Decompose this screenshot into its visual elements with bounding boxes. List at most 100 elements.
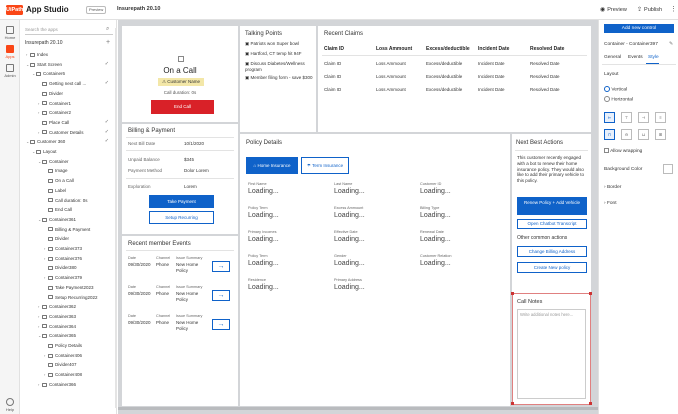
align-justify-icon[interactable]: ≡ — [655, 112, 666, 123]
tree-row-label: Place Call — [49, 119, 70, 125]
tree-row[interactable]: ⌄ Layout — [20, 147, 116, 156]
tree-row[interactable]: › Customer Details ✓ — [20, 128, 116, 137]
renew-policy-button[interactable]: Renew Policy + Add Vehicle — [517, 197, 587, 215]
tree-row[interactable]: ⌄ Start Screen ✓ — [20, 60, 116, 69]
tree-row[interactable]: Call duration: 0s — [20, 196, 116, 205]
align-right-icon[interactable]: ⊣ — [638, 112, 649, 123]
control-icon — [48, 343, 53, 348]
control-tree-panel: Search the apps ⌕ Insurepath 20.10 + › In… — [20, 20, 117, 414]
tree-row[interactable]: On a Call — [20, 176, 116, 185]
align-left-icon[interactable]: ⊨ — [604, 112, 615, 123]
tree-row[interactable]: Billing & Payment — [20, 225, 116, 234]
tree-row[interactable]: Policy Details — [20, 341, 116, 350]
bg-color-swatch[interactable] — [663, 164, 673, 174]
tab-general[interactable]: General — [604, 55, 621, 60]
rail-help[interactable]: Help — [0, 398, 20, 412]
control-icon — [42, 324, 47, 329]
tree-row[interactable]: Place Call ✓ — [20, 118, 116, 127]
setup-recurring-button[interactable]: Setup Recurring — [149, 211, 214, 224]
tree-row[interactable]: › Container1 — [20, 99, 116, 108]
tree-row[interactable]: ⌄ Container — [20, 157, 116, 166]
tree-row[interactable]: Take Payment2023 — [20, 283, 116, 292]
valign-middle-icon[interactable]: ⊖ — [621, 129, 632, 140]
tree-row[interactable]: › Container408 — [20, 370, 116, 379]
rail-admin[interactable]: Admin — [0, 64, 20, 78]
publish-button[interactable]: ⇪ Publish — [637, 6, 662, 14]
next-best-actions-card: Next Best Actions This customer recently… — [512, 134, 591, 306]
tree-row[interactable]: › Container2 — [20, 108, 116, 117]
call-notes-textarea[interactable]: Write additional notes here... — [517, 309, 586, 399]
tree-scrollbar[interactable] — [115, 28, 117, 408]
policy-field-label: Primary Address — [334, 278, 362, 282]
chatbot-transcript-button[interactable]: Open Chatbot Transcript — [517, 219, 587, 229]
tree-search-input[interactable]: Search the apps — [25, 25, 113, 35]
radio-vertical[interactable]: Vertical — [604, 86, 627, 92]
tree-row[interactable]: › Container363 — [20, 312, 116, 321]
tab-events[interactable]: Events — [628, 55, 643, 60]
design-canvas: On a Call ⚠ Customer Name Call duration:… — [118, 20, 598, 414]
create-policy-button[interactable]: Create New policy — [517, 262, 587, 273]
resize-handle[interactable] — [589, 292, 592, 295]
tab-style[interactable]: Style — [648, 55, 659, 60]
font-section[interactable]: › Font — [604, 201, 617, 206]
tree-row[interactable]: Image — [20, 166, 116, 175]
tree-row[interactable]: ⌄ Container365 — [20, 331, 116, 340]
tree-row-label: Billing & Payment — [55, 226, 91, 232]
open-event-arrow-icon[interactable]: → — [212, 290, 230, 301]
tree-row[interactable]: › Container362 — [20, 302, 116, 311]
talking-point-item: ▣ Hartford, CT temp hit 94F — [245, 51, 313, 57]
control-icon — [48, 266, 53, 271]
change-billing-button[interactable]: Change Billing Address — [517, 246, 587, 257]
tree-row[interactable]: Divider — [20, 89, 116, 98]
allow-wrapping-checkbox[interactable]: Allow wrapping — [604, 148, 642, 154]
take-payment-button[interactable]: Take Payment — [149, 195, 214, 208]
tree-row[interactable]: Divider407 — [20, 360, 116, 369]
edit-icon[interactable]: ✎ — [669, 42, 673, 47]
tree-row[interactable]: Label — [20, 186, 116, 195]
rail-home[interactable]: Home — [0, 26, 20, 40]
tree-row[interactable]: ⌄ Customer 360 ✓ — [20, 137, 116, 146]
tab-home-insurance[interactable]: ⌂ Home Insurance — [246, 157, 298, 174]
preview-button[interactable]: ◉ Preview — [600, 6, 627, 14]
tree-row[interactable]: › Container366 — [20, 380, 116, 389]
control-icon — [42, 382, 47, 387]
tree-row[interactable]: Divider380 — [20, 263, 116, 272]
canvas-hscrollbar[interactable] — [118, 407, 598, 410]
tree-row[interactable]: Setup Recurring2022 — [20, 293, 116, 302]
tab-term-insurance[interactable]: ☂ Term Insurance — [301, 157, 349, 174]
app-name: App Studio — [26, 5, 69, 14]
more-icon[interactable]: ⋮ — [670, 5, 677, 13]
tree-row[interactable]: Getting next call ... ✓ — [20, 79, 116, 88]
tree-row[interactable]: › Container364 — [20, 322, 116, 331]
call-notes-card[interactable]: Call Notes Write additional notes here..… — [512, 293, 591, 405]
resize-handle[interactable] — [511, 402, 514, 405]
tree-row[interactable]: › Index — [20, 50, 116, 59]
radio-horizontal[interactable]: Horizontal — [604, 96, 633, 102]
tree-row[interactable]: Divider — [20, 234, 116, 243]
align-center-icon[interactable]: ⊤ — [621, 112, 632, 123]
open-event-arrow-icon[interactable]: → — [212, 261, 230, 272]
open-event-arrow-icon[interactable]: → — [212, 319, 230, 330]
valign-bottom-icon[interactable]: ⊔ — [638, 129, 649, 140]
claims-column-header: Excess/deductible — [426, 46, 470, 52]
add-control-button[interactable]: Add new control — [604, 24, 674, 33]
rail-apps[interactable]: Apps — [0, 45, 20, 59]
resize-handle[interactable] — [589, 402, 592, 405]
tree-row[interactable]: ⌄ Container361 — [20, 215, 116, 224]
tree-row[interactable]: End Call — [20, 205, 116, 214]
event-date-label: Date — [128, 256, 137, 260]
valign-top-icon[interactable]: ⊓ — [604, 129, 615, 140]
on-a-call-card[interactable]: On a Call ⚠ Customer Name Call duration:… — [122, 26, 238, 122]
preview-badge: Preview — [86, 6, 107, 14]
resize-handle[interactable] — [511, 292, 514, 295]
event-date-label: Date — [128, 285, 137, 289]
end-call-button[interactable]: End Call — [151, 100, 214, 114]
tree-row[interactable]: › Container406 — [20, 351, 116, 360]
tree-row[interactable]: › Container376 — [20, 254, 116, 263]
valign-stretch-icon[interactable]: ⊞ — [655, 129, 666, 140]
add-icon[interactable]: + — [106, 39, 110, 46]
tree-row[interactable]: › Container373 — [20, 244, 116, 253]
border-section[interactable]: › Border — [604, 185, 621, 190]
tree-row[interactable]: ⌄ Container6 — [20, 69, 116, 78]
tree-row[interactable]: › Container379 — [20, 273, 116, 282]
